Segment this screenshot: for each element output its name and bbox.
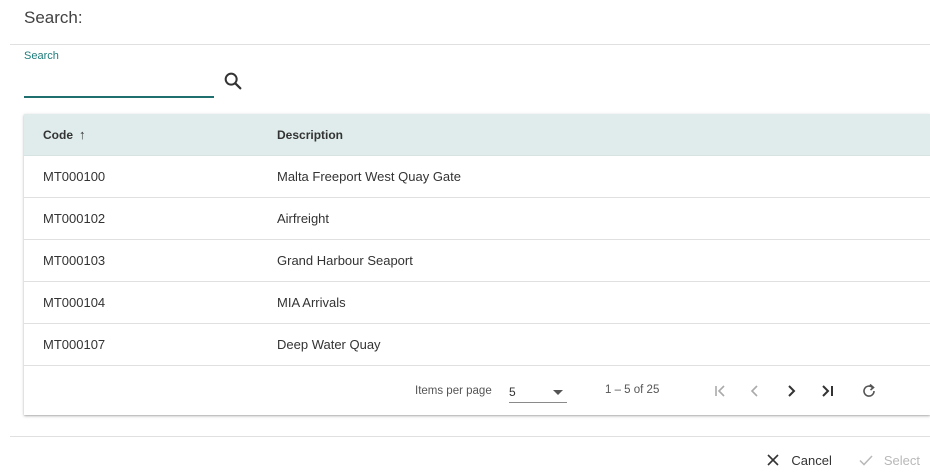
cell-description: Malta Freeport West Quay Gate: [277, 169, 461, 184]
first-page-button[interactable]: [708, 378, 734, 404]
paginator: Items per page 5 1 – 5 of 25: [24, 366, 930, 415]
page-size-select[interactable]: 5: [509, 378, 567, 403]
table-row[interactable]: MT000103 Grand Harbour Seaport: [24, 240, 930, 282]
dialog-actions: Cancel Select: [765, 452, 920, 468]
select-button[interactable]: Select: [858, 452, 920, 468]
last-page-button[interactable]: [814, 378, 840, 404]
previous-page-button[interactable]: [742, 378, 768, 404]
table-row[interactable]: MT000100 Malta Freeport West Quay Gate: [24, 156, 930, 198]
table-row[interactable]: MT000104 MIA Arrivals: [24, 282, 930, 324]
cell-description: MIA Arrivals: [277, 295, 346, 310]
table-header: Code ↑ Description: [24, 114, 930, 156]
next-page-button[interactable]: [778, 378, 804, 404]
search-button[interactable]: [222, 70, 244, 92]
arrow-up-icon: ↑: [79, 127, 86, 142]
refresh-icon: [863, 383, 875, 397]
chevron-right-icon: [788, 385, 796, 397]
column-header-code[interactable]: Code ↑: [24, 127, 277, 142]
dialog-title: Search:: [24, 8, 83, 27]
divider-top: [10, 44, 930, 45]
check-icon: [859, 455, 873, 466]
page-size-value: 5: [509, 385, 516, 399]
results-table: Code ↑ Description MT000100 Malta Freepo…: [24, 114, 930, 415]
search-label: Search: [24, 50, 59, 62]
search-input[interactable]: [24, 74, 214, 98]
cell-description: Airfreight: [277, 211, 330, 226]
close-icon: [767, 454, 779, 466]
cell-description: Deep Water Quay: [277, 337, 381, 352]
search-icon: [224, 72, 242, 90]
cell-code: MT000107: [43, 337, 106, 352]
page-range-label: 1 – 5 of 25: [605, 384, 660, 396]
table-row[interactable]: MT000102 Airfreight: [24, 198, 930, 240]
cell-description: Grand Harbour Seaport: [277, 253, 413, 268]
cell-code: MT000103: [43, 253, 106, 268]
table-row[interactable]: MT000107 Deep Water Quay: [24, 324, 930, 366]
column-header-description[interactable]: Description: [277, 128, 343, 142]
cell-code: MT000100: [43, 169, 106, 184]
select-label: Select: [883, 452, 920, 468]
caret-down-icon: [553, 390, 563, 395]
column-header-code-label: Code: [43, 127, 73, 142]
last-page-icon: [822, 385, 833, 397]
chevron-left-icon: [750, 385, 758, 397]
refresh-button[interactable]: [856, 378, 882, 404]
first-page-icon: [715, 385, 725, 397]
divider-bottom: [10, 436, 930, 437]
cancel-button[interactable]: Cancel: [765, 452, 832, 468]
search-field: Search: [24, 50, 214, 98]
cancel-label: Cancel: [791, 452, 832, 468]
items-per-page-label: Items per page: [415, 385, 492, 397]
cell-code: MT000104: [43, 295, 106, 310]
cell-code: MT000102: [43, 211, 106, 226]
